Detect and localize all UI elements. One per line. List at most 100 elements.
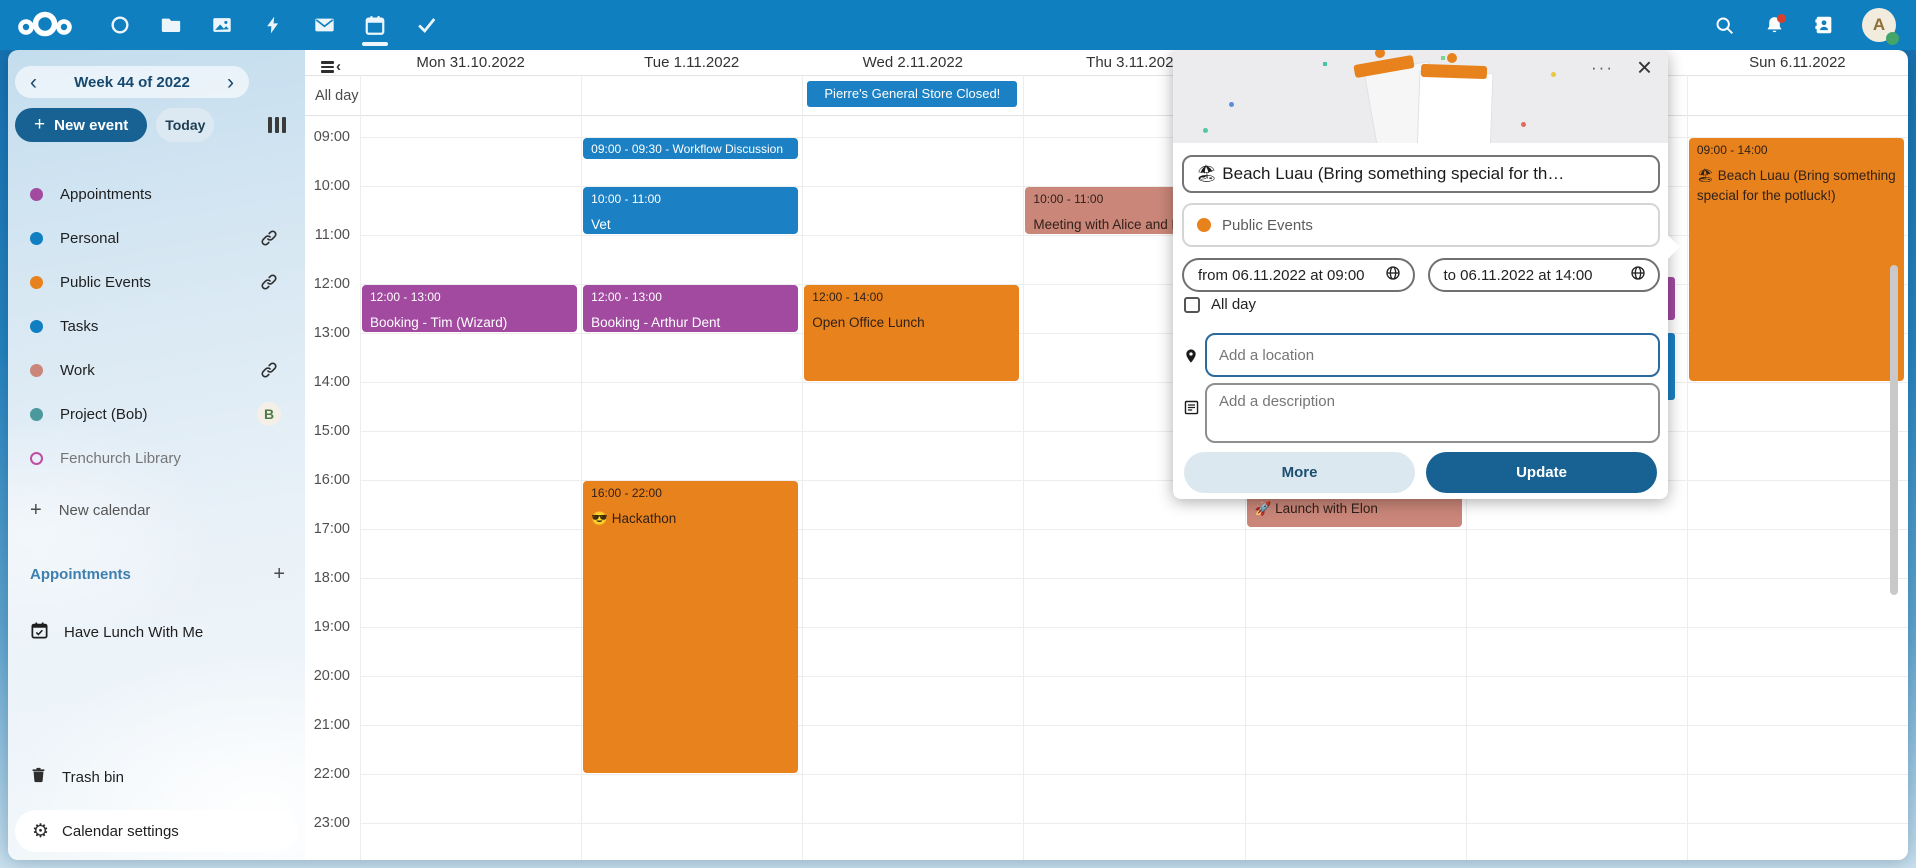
calendar-name: Appointments	[60, 186, 240, 203]
description-icon	[1182, 399, 1200, 416]
appointment-item[interactable]: Have Lunch With Me	[8, 610, 305, 654]
datetime-row: from 06.11.2022 at 09:00 to 06.11.2022 a…	[1182, 258, 1660, 292]
notifications-icon[interactable]	[1762, 13, 1786, 37]
more-button[interactable]: More	[1184, 452, 1415, 493]
dashboard-icon[interactable]	[108, 12, 132, 38]
calendar-event[interactable]: 09:00 - 14:00 🏖 Beach Luau (Bring somethi…	[1689, 138, 1904, 381]
timezone-globe-icon[interactable]	[1630, 265, 1646, 285]
calendar-color-dot	[30, 188, 43, 201]
description-input[interactable]	[1205, 383, 1660, 443]
calendar-list: Appointments Personal Public Events Tasks Wo…	[8, 172, 305, 480]
trash-icon	[30, 766, 47, 788]
more-actions-icon[interactable]: ···	[1591, 58, 1614, 78]
new-event-button[interactable]: + New event	[15, 108, 147, 142]
calendar-main: ‹ Mon 31.10.2022Tue 1.11.2022Wed 2.11.20…	[305, 50, 1908, 860]
event-editor-popup: ··· × 🏖 Beach Luau (Bring something spec…	[1173, 50, 1668, 499]
sidebar-calendar-item[interactable]: Appointments	[8, 172, 305, 216]
sidebar: ‹ Week 44 of 2022 › + New event Today Ap…	[8, 50, 305, 860]
calendar-event[interactable]: 12:00 - 13:00 Booking - Arthur Dent	[583, 285, 798, 332]
status-online-dot	[1886, 32, 1899, 45]
sidebar-calendar-item[interactable]: Fenchurch Library	[8, 436, 305, 480]
mail-icon[interactable]	[312, 12, 336, 38]
appointments-heading: Appointments	[30, 566, 131, 583]
event-time: 12:00 - 13:00	[370, 290, 569, 304]
event-label: 09:00 - 09:30 - Workflow Discussion	[591, 143, 790, 156]
previous-week-button[interactable]: ‹	[28, 72, 39, 93]
calendar-row-extra: B	[257, 402, 281, 426]
notification-badge	[1777, 14, 1786, 23]
trash-bin-button[interactable]: Trash bin	[8, 755, 305, 799]
activity-icon[interactable]	[261, 12, 285, 38]
calendar-color-dot	[30, 452, 43, 465]
calendar-icon[interactable]	[363, 12, 387, 38]
avatar[interactable]: A	[1862, 8, 1896, 42]
event-time: 09:00 - 14:00	[1697, 143, 1896, 157]
share-link-icon[interactable]	[257, 361, 281, 379]
popup-buttons: More Update	[1184, 452, 1657, 493]
sidebar-calendar-item[interactable]: Tasks	[8, 304, 305, 348]
allday-checkbox[interactable]	[1184, 297, 1200, 313]
event-time: 12:00 - 14:00	[812, 290, 1011, 304]
plus-icon: +	[30, 500, 42, 520]
location-input[interactable]	[1205, 333, 1660, 377]
allday-toggle: All day	[1184, 296, 1256, 313]
contacts-icon[interactable]	[1812, 13, 1836, 37]
calendar-name: Work	[60, 362, 240, 379]
scrollbar-thumb[interactable]	[1890, 265, 1898, 595]
photos-icon[interactable]	[210, 12, 234, 38]
add-appointment-config-button[interactable]: +	[273, 564, 285, 584]
sidebar-calendar-item[interactable]: Work	[8, 348, 305, 392]
calendar-name: Project (Bob)	[60, 406, 240, 423]
event-title: Open Office Lunch	[812, 313, 1011, 333]
event-title: Booking - Arthur Dent	[591, 313, 790, 332]
collapse-view-icon[interactable]: ‹	[321, 61, 341, 73]
update-button[interactable]: Update	[1426, 452, 1657, 493]
calendar-name: Public Events	[60, 274, 240, 291]
event-time: 12:00 - 13:00	[591, 290, 790, 304]
tasks-icon[interactable]	[414, 12, 438, 38]
sidebar-calendar-item[interactable]: Public Events	[8, 260, 305, 304]
share-link-icon[interactable]	[257, 273, 281, 291]
today-button[interactable]: Today	[156, 108, 214, 142]
event-time: 16:00 - 22:00	[591, 486, 790, 500]
plus-icon: +	[34, 114, 45, 136]
calendar-check-icon	[30, 621, 49, 644]
sidebar-calendar-item[interactable]: Personal	[8, 216, 305, 260]
week-view-columns-icon[interactable]	[268, 117, 286, 133]
calendar-event[interactable]: 12:00 - 14:00 Open Office Lunch	[804, 285, 1019, 381]
sidebar-calendar-item[interactable]: Project (Bob) B	[8, 392, 305, 436]
calendar-color-dot	[1197, 218, 1211, 232]
calendar-name: Personal	[60, 230, 240, 247]
calendar-color-dot	[30, 276, 43, 289]
calendar-color-dot	[30, 232, 43, 245]
allday-event[interactable]: Pierre's General Store Closed!	[807, 81, 1017, 107]
share-link-icon[interactable]	[257, 229, 281, 247]
start-datetime-field[interactable]: from 06.11.2022 at 09:00	[1182, 258, 1415, 292]
calendar-select[interactable]: Public Events	[1182, 203, 1660, 247]
sidebar-actions: + New event Today	[15, 108, 298, 142]
close-icon[interactable]: ×	[1637, 52, 1652, 83]
calendar-event[interactable]: 09:00 - 09:30 - Workflow Discussion	[583, 138, 798, 159]
nextcloud-logo[interactable]	[14, 8, 78, 42]
gear-icon: ⚙	[32, 822, 49, 841]
files-icon[interactable]	[159, 12, 183, 38]
location-pin-icon	[1182, 346, 1200, 366]
new-calendar-button[interactable]: + New calendar	[8, 490, 172, 530]
timezone-globe-icon[interactable]	[1385, 265, 1401, 285]
app-nav	[108, 12, 438, 38]
appointment-list: Have Lunch With Me	[8, 610, 305, 654]
appointments-section-header: Appointments +	[30, 564, 285, 584]
calendar-settings-button[interactable]: ⚙ Calendar settings	[15, 810, 298, 852]
end-datetime-field[interactable]: to 06.11.2022 at 14:00	[1428, 258, 1661, 292]
event-title-input[interactable]: 🏖 Beach Luau (Bring something special fo…	[1182, 155, 1660, 193]
next-week-button[interactable]: ›	[225, 72, 236, 93]
search-icon[interactable]	[1712, 13, 1736, 37]
event-title: 😎 Hackathon	[591, 509, 790, 529]
event-time: 10:00 - 11:00	[591, 192, 790, 206]
calendar-event[interactable]: 10:00 - 11:00Vet	[583, 187, 798, 234]
appointment-label: Have Lunch With Me	[64, 624, 203, 641]
calendar-event[interactable]: 12:00 - 13:00Booking - Tim (Wizard)	[362, 285, 577, 332]
event-title: 🏖 Beach Luau (Bring something special fo…	[1697, 166, 1896, 206]
app-frame: ‹ Week 44 of 2022 › + New event Today Ap…	[8, 50, 1908, 860]
calendar-event[interactable]: 16:00 - 22:00 😎 Hackathon	[583, 481, 798, 773]
